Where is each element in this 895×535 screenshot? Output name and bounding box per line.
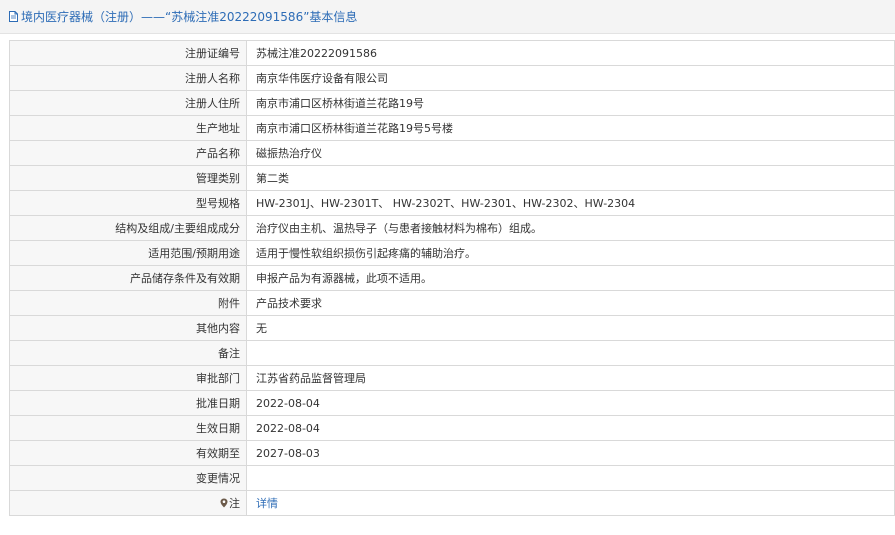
table-row: 变更情况: [9, 465, 895, 491]
field-value: 适用于慢性软组织损伤引起疼痛的辅助治疗。: [246, 240, 895, 266]
table-row: 产品储存条件及有效期 申报产品为有源器械，此项不适用。: [9, 265, 895, 291]
field-value: 2022-08-04: [246, 390, 895, 416]
field-label: 注册人名称: [9, 65, 247, 91]
table-row: 结构及组成/主要组成成分 治疗仪由主机、温热导子（与患者接触材料为棉布）组成。: [9, 215, 895, 241]
field-label: 变更情况: [9, 465, 247, 491]
field-label: 有效期至: [9, 440, 247, 466]
field-label: 备注: [9, 340, 247, 366]
table-row: 管理类别 第二类: [9, 165, 895, 191]
table-row: 备注: [9, 340, 895, 366]
field-value: HW-2301J、HW-2301T、 HW-2302T、HW-2301、HW-2…: [246, 190, 895, 216]
field-value: 江苏省药品监督管理局: [246, 365, 895, 391]
field-label: 其他内容: [9, 315, 247, 341]
table-row: 适用范围/预期用途 适用于慢性软组织损伤引起疼痛的辅助治疗。: [9, 240, 895, 266]
field-value: 2027-08-03: [246, 440, 895, 466]
field-value: 申报产品为有源器械，此项不适用。: [246, 265, 895, 291]
table-row: 产品名称 磁振热治疗仪: [9, 140, 895, 166]
field-value: 2022-08-04: [246, 415, 895, 441]
field-label: 审批部门: [9, 365, 247, 391]
page-header: 境内医疗器械（注册）——“苏械注准20222091586”基本信息: [0, 0, 895, 34]
table-row: 注册人住所 南京市浦口区桥林街道兰花路19号: [9, 90, 895, 116]
map-pin-icon: [220, 498, 228, 508]
field-value: 治疗仪由主机、温热导子（与患者接触材料为棉布）组成。: [246, 215, 895, 241]
field-label: 附件: [9, 290, 247, 316]
detail-table-body: 注册证编号 苏械注准20222091586 注册人名称 南京华伟医疗设备有限公司 注册人…: [9, 40, 895, 516]
table-row: 有效期至 2027-08-03: [9, 440, 895, 466]
detail-table: 注册证编号 苏械注准20222091586 注册人名称 南京华伟医疗设备有限公司 注册人…: [9, 40, 895, 516]
table-row: 型号规格 HW-2301J、HW-2301T、 HW-2302T、HW-2301、…: [9, 190, 895, 216]
field-value: 第二类: [246, 165, 895, 191]
field-value: 苏械注准20222091586: [246, 40, 895, 66]
field-value: 南京华伟医疗设备有限公司: [246, 65, 895, 91]
table-row: 附件 产品技术要求: [9, 290, 895, 316]
field-value: 磁振热治疗仪: [246, 140, 895, 166]
note-label: 注: [229, 497, 240, 510]
table-row: 注册人名称 南京华伟医疗设备有限公司: [9, 65, 895, 91]
field-label: 注册人住所: [9, 90, 247, 116]
table-row: 审批部门 江苏省药品监督管理局: [9, 365, 895, 391]
field-label: 产品储存条件及有效期: [9, 265, 247, 291]
field-label: 管理类别: [9, 165, 247, 191]
details-link[interactable]: 详情: [256, 497, 278, 510]
field-label: 产品名称: [9, 140, 247, 166]
document-icon: [9, 11, 18, 22]
table-row: 其他内容无: [9, 315, 895, 341]
field-value: 南京市浦口区桥林街道兰花路19号: [246, 90, 895, 116]
table-row: 注册证编号 苏械注准20222091586: [9, 40, 895, 66]
field-value: 南京市浦口区桥林街道兰花路19号5号楼: [246, 115, 895, 141]
field-label: 生产地址: [9, 115, 247, 141]
field-label: 生效日期: [9, 415, 247, 441]
note-value-cell: 详情: [246, 490, 895, 516]
table-row: 生效日期 2022-08-04: [9, 415, 895, 441]
table-row-note: 注 详情: [9, 490, 895, 516]
field-value: [246, 465, 895, 491]
field-value: [246, 340, 895, 366]
field-label: 结构及组成/主要组成成分: [9, 215, 247, 241]
field-label: 注册证编号: [9, 40, 247, 66]
note-label-cell: 注: [9, 490, 247, 516]
table-row: 生产地址 南京市浦口区桥林街道兰花路19号5号楼: [9, 115, 895, 141]
table-row: 批准日期 2022-08-04: [9, 390, 895, 416]
field-label: 型号规格: [9, 190, 247, 216]
field-value: 无: [246, 315, 895, 341]
page-title: 境内医疗器械（注册）——“苏械注准20222091586”基本信息: [21, 10, 358, 24]
field-value: 产品技术要求: [246, 290, 895, 316]
field-label: 批准日期: [9, 390, 247, 416]
field-label: 适用范围/预期用途: [9, 240, 247, 266]
